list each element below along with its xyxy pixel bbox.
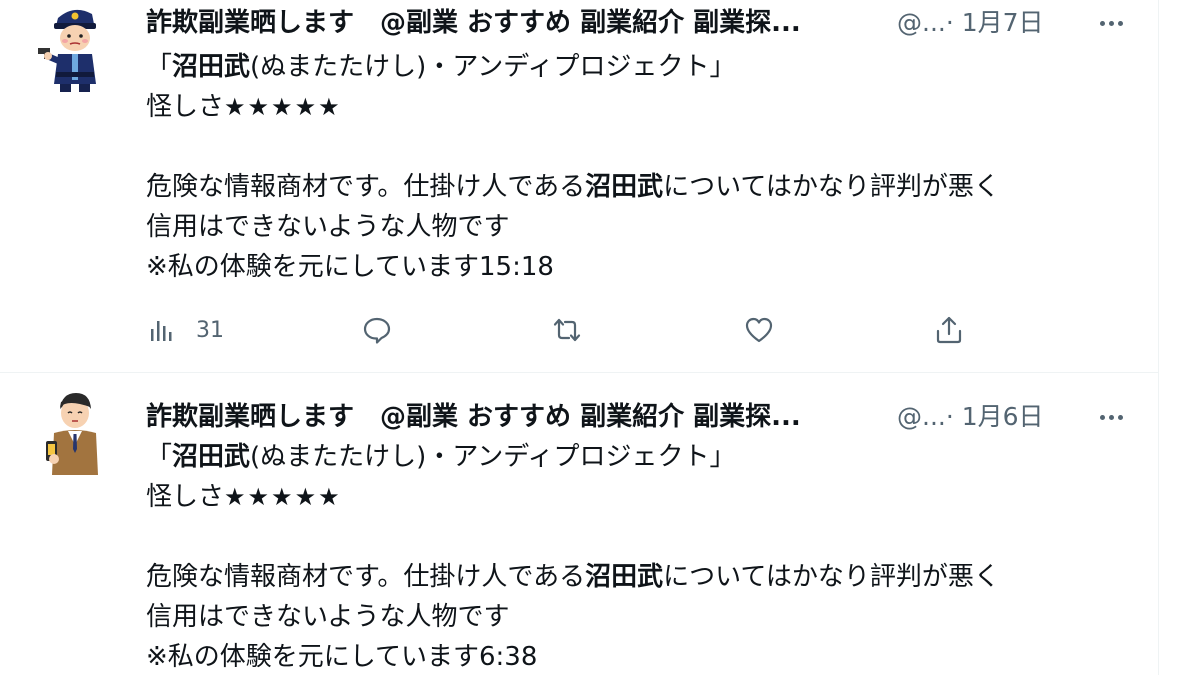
rating-stars: ★★★★★ <box>224 483 342 511</box>
upload-arrow-icon <box>936 316 962 344</box>
tweet-line-3: 危険な情報商材です。仕掛け人である沼田武についてはかなり評判が悪く <box>146 172 1000 202</box>
handle-and-date: @...· 1月7日 <box>897 3 1044 43</box>
tweet-actions: 31 <box>146 308 996 352</box>
retweet-arrows-icon <box>553 318 581 342</box>
bold-name: 沼田武 <box>172 52 251 82</box>
more-options-icon[interactable] <box>1091 397 1131 437</box>
bar-chart-icon <box>151 321 172 341</box>
tweet-text: 「沼田武(ぬまたたけし)・アンディプロジェクト」 怪しさ★★★★★ 危険な情報商… <box>146 47 1136 287</box>
tweet-line-1: 「沼田武(ぬまたたけし)・アンディプロジェクト」 <box>146 442 736 472</box>
tweet-line-2: 怪しさ★★★★★ <box>146 92 342 122</box>
avatar-businessman[interactable] <box>38 387 110 479</box>
bold-name: 沼田武 <box>172 442 251 472</box>
tweet-line-1: 「沼田武(ぬまたたけし)・アンディプロジェクト」 <box>146 52 736 82</box>
retweet-button[interactable] <box>552 308 582 352</box>
tweet-line-5: ※私の体験を元にしています15:18 <box>146 252 554 282</box>
tweet-header: 詐欺副業晒します @副業 おすすめ 副業紹介 副業探... @...· 1月6日 <box>146 397 1158 437</box>
reply-button[interactable] <box>362 308 392 352</box>
timestamp[interactable]: · 1月7日 <box>946 8 1044 37</box>
avatar-police-officer[interactable] <box>38 2 110 94</box>
share-button[interactable] <box>934 308 964 352</box>
tweet-feed: 詐欺副業晒します @副業 おすすめ 副業紹介 副業探... @...· 1月7日… <box>0 0 1159 675</box>
speech-bubble-icon <box>363 317 391 344</box>
tweet-line-4: 信用はできないような人物です <box>146 212 510 242</box>
display-name[interactable]: 詐欺副業晒します @副業 おすすめ 副業紹介 副業探... <box>146 397 801 437</box>
tweet-line-4: 信用はできないような人物です <box>146 602 510 632</box>
heart-icon <box>745 317 773 343</box>
rating-stars: ★★★★★ <box>224 93 342 121</box>
tweet-text: 「沼田武(ぬまたたけし)・アンディプロジェクト」 怪しさ★★★★★ 危険な情報商… <box>146 437 1136 675</box>
tweet-line-3: 危険な情報商材です。仕掛け人である沼田武についてはかなり評判が悪く <box>146 562 1000 592</box>
display-name[interactable]: 詐欺副業晒します @副業 おすすめ 副業紹介 副業探... <box>146 3 801 43</box>
timestamp[interactable]: · 1月6日 <box>946 402 1044 431</box>
businessman-illustration <box>46 393 98 475</box>
like-button[interactable] <box>744 308 774 352</box>
views-count: 31 <box>196 317 224 343</box>
tweet[interactable]: 詐欺副業晒します @副業 おすすめ 副業紹介 副業探... @...· 1月7日… <box>0 0 1158 373</box>
bold-name: 沼田武 <box>585 562 664 592</box>
more-options-icon[interactable] <box>1091 3 1131 43</box>
tweet-line-2: 怪しさ★★★★★ <box>146 482 342 512</box>
bold-name: 沼田武 <box>585 172 664 202</box>
tweet[interactable]: 詐欺副業晒します @副業 おすすめ 副業紹介 副業探... @...· 1月6日… <box>0 373 1158 675</box>
tweet-line-5: ※私の体験を元にしています6:38 <box>146 642 538 672</box>
police-officer-illustration <box>38 9 96 92</box>
views-button[interactable]: 31 <box>146 308 224 352</box>
handle[interactable]: @... <box>897 8 946 37</box>
handle[interactable]: @... <box>897 402 946 431</box>
handle-and-date: @...· 1月6日 <box>897 397 1044 437</box>
tweet-header: 詐欺副業晒します @副業 おすすめ 副業紹介 副業探... @...· 1月7日 <box>146 3 1158 43</box>
